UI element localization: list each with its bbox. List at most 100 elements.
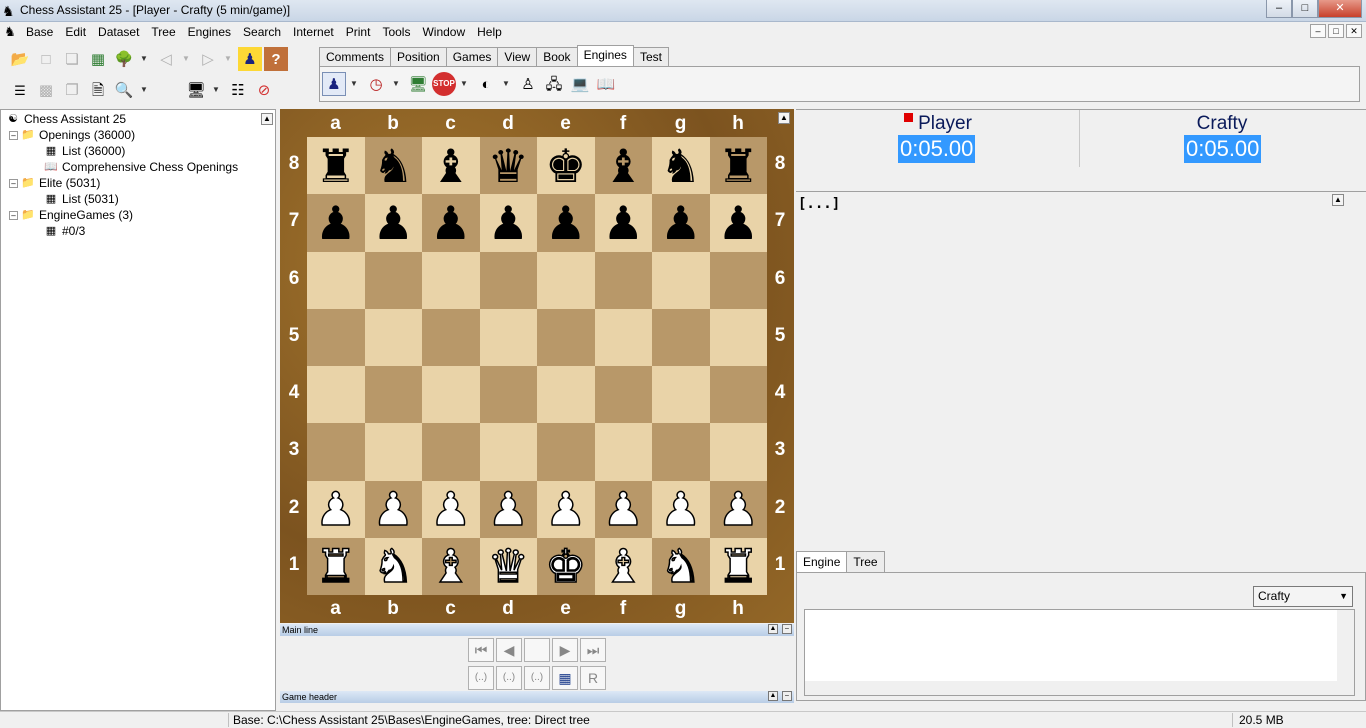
- panel-pin-icon[interactable]: ▲: [778, 112, 790, 124]
- maximize-button[interactable]: □: [1292, 0, 1318, 18]
- analysis-monitor-icon[interactable]: 🖥: [406, 72, 430, 96]
- document-edit-icon[interactable]: 🗎: [86, 78, 110, 102]
- chevron-down-icon[interactable]: ▼: [390, 72, 402, 96]
- panel-pin-icon[interactable]: ▲: [261, 113, 273, 125]
- stop-icon[interactable]: STOP: [432, 72, 456, 96]
- copy-icon[interactable]: ❐: [60, 78, 84, 102]
- square-c1[interactable]: ♝: [422, 537, 480, 595]
- menu-base[interactable]: Base: [20, 23, 59, 41]
- filter-list-icon[interactable]: ☷: [226, 78, 250, 102]
- square-d2[interactable]: ♟: [479, 480, 537, 538]
- blank-page-icon[interactable]: □: [34, 47, 58, 71]
- square-a6[interactable]: [307, 251, 365, 309]
- square-f6[interactable]: [594, 251, 652, 309]
- app-icon[interactable]: ♞: [2, 3, 18, 19]
- white-pawn-icon[interactable]: ♟: [429, 485, 472, 533]
- black-pawn-icon[interactable]: ♟: [718, 200, 759, 246]
- tree-row-openings-list[interactable]: ▦ List (36000): [43, 143, 126, 159]
- pin-icon[interactable]: ▲: [768, 691, 778, 701]
- square-g4[interactable]: [652, 366, 710, 424]
- engine-computer-icon[interactable]: 💻: [568, 72, 592, 96]
- square-h1[interactable]: ♜: [709, 537, 767, 595]
- black-pawn-icon[interactable]: ♟: [545, 200, 586, 246]
- copy-pages-icon[interactable]: ❏: [60, 47, 84, 71]
- square-b5[interactable]: [364, 308, 422, 366]
- tree-row-elite[interactable]: – 📁 Elite (5031): [9, 175, 100, 191]
- square-d3[interactable]: [479, 423, 537, 481]
- tree-icon[interactable]: 🌳: [112, 47, 136, 71]
- square-h4[interactable]: [709, 366, 767, 424]
- first-move-button[interactable]: ⏮: [468, 638, 494, 662]
- white-pawn-icon[interactable]: ♟: [717, 485, 760, 533]
- variation-button-3[interactable]: (..): [524, 666, 550, 690]
- notation-panel[interactable]: [...] ▲: [796, 191, 1366, 546]
- black-king-icon[interactable]: ♚: [545, 143, 586, 189]
- square-a5[interactable]: [307, 308, 365, 366]
- tab-position[interactable]: Position: [390, 47, 447, 66]
- square-g2[interactable]: ♟: [652, 480, 710, 538]
- square-b2[interactable]: ♟: [364, 480, 422, 538]
- black-knight-icon[interactable]: ♞: [373, 143, 414, 189]
- tree-row-enginegames-list[interactable]: ▦ #0/3: [43, 223, 86, 239]
- chevron-down-icon[interactable]: ▼: [500, 72, 512, 96]
- square-f7[interactable]: ♟: [594, 194, 652, 252]
- square-b6[interactable]: [364, 251, 422, 309]
- square-e8[interactable]: ♚: [537, 137, 595, 195]
- chevron-down-icon[interactable]: ▼: [180, 47, 192, 71]
- last-move-button[interactable]: ⏭: [580, 638, 606, 662]
- square-a3[interactable]: [307, 423, 365, 481]
- horizontal-scrollbar[interactable]: [805, 681, 1339, 695]
- mdi-close-button[interactable]: ✕: [1346, 24, 1362, 38]
- tree-row-cco[interactable]: 📖 Comprehensive Chess Openings: [43, 159, 238, 175]
- close-button[interactable]: ✕: [1318, 0, 1362, 18]
- square-d1[interactable]: ♛: [479, 537, 537, 595]
- help-icon[interactable]: ?: [264, 47, 288, 71]
- square-d5[interactable]: [479, 308, 537, 366]
- black-pawn-icon[interactable]: ♟: [315, 200, 356, 246]
- black-bishop-icon[interactable]: ♝: [603, 143, 644, 189]
- black-pawn-icon[interactable]: ♟: [373, 200, 414, 246]
- chevron-down-icon[interactable]: ▼: [138, 47, 150, 71]
- square-f1[interactable]: ♝: [594, 537, 652, 595]
- tab-engines[interactable]: Engines: [576, 45, 634, 66]
- black-pawn-icon[interactable]: ♟: [660, 200, 701, 246]
- engine-book-icon[interactable]: 📖: [594, 72, 618, 96]
- blank-nav-button[interactable]: [524, 638, 550, 662]
- pawn-icon[interactable]: ♙: [516, 72, 540, 96]
- tab-test[interactable]: Test: [632, 47, 669, 66]
- chevron-down-icon[interactable]: ▼: [222, 47, 234, 71]
- tab-tree[interactable]: Tree: [846, 551, 885, 572]
- black-pawn-icon[interactable]: ♟: [430, 200, 471, 246]
- players-icon[interactable]: ♟: [238, 47, 262, 71]
- chess-board[interactable]: ♜ ♞ ♝ ♛ ♚ ♝ ♞ ♜ ♟ ♟ ♟ ♟ ♟ ♟ ♟ ♟ ♟ ♟ ♟ ♟ ♟ ♟ ♟ ♟ ♜ ♞ ♝ ♛ ♚ ♝ ♞ ♜: [307, 137, 767, 595]
- menu-tree[interactable]: Tree: [145, 23, 181, 41]
- square-c8[interactable]: ♝: [422, 137, 480, 195]
- black-rook-icon[interactable]: ♜: [315, 143, 356, 189]
- black-pawn-icon[interactable]: ♟: [488, 200, 529, 246]
- menu-dataset[interactable]: Dataset: [92, 23, 145, 41]
- square-a7[interactable]: ♟: [307, 194, 365, 252]
- square-b3[interactable]: [364, 423, 422, 481]
- engine-match-icon[interactable]: ♟: [322, 72, 346, 96]
- tab-engine[interactable]: Engine: [796, 551, 848, 572]
- menu-window[interactable]: Window: [416, 23, 471, 41]
- black-queen-icon[interactable]: ♛: [488, 143, 529, 189]
- tree-row-openings[interactable]: – 📁 Openings (36000): [9, 127, 135, 143]
- square-g1[interactable]: ♞: [652, 537, 710, 595]
- tree-row-enginegames[interactable]: – 📁 EngineGames (3): [9, 207, 133, 223]
- white-pawn-icon[interactable]: ♟: [544, 485, 587, 533]
- square-c5[interactable]: [422, 308, 480, 366]
- tab-comments[interactable]: Comments: [319, 47, 392, 66]
- pin-icon[interactable]: ▲: [768, 624, 778, 634]
- white-pawn-icon[interactable]: ♟: [487, 485, 530, 533]
- back-arrow-icon[interactable]: ◁: [154, 47, 178, 71]
- monitor-icon[interactable]: 🖥: [184, 78, 208, 102]
- square-e6[interactable]: [537, 251, 595, 309]
- white-knight-icon[interactable]: ♞: [372, 543, 415, 591]
- square-e2[interactable]: ♟: [537, 480, 595, 538]
- white-bishop-icon[interactable]: ♝: [429, 543, 472, 591]
- grid-icon[interactable]: ▩: [34, 78, 58, 102]
- square-a1[interactable]: ♜: [307, 537, 365, 595]
- collapse-toggle-icon[interactable]: –: [9, 130, 18, 140]
- spreadsheet-icon[interactable]: ▦: [86, 47, 110, 71]
